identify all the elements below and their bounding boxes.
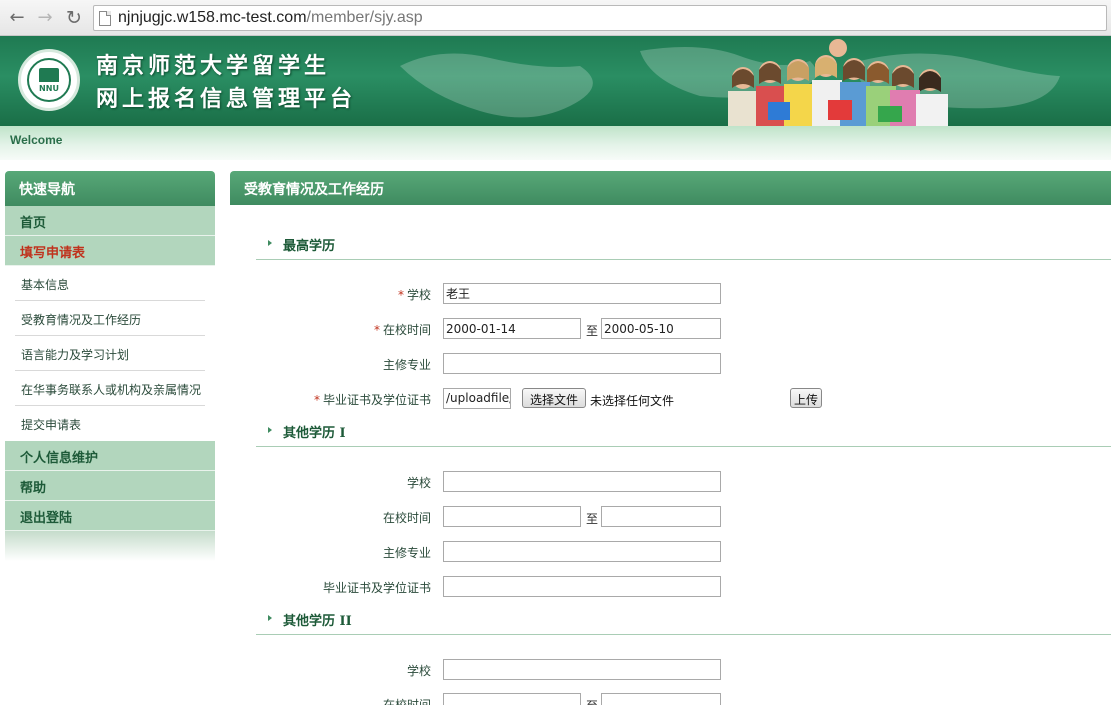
sidebar-item-profile[interactable]: 个人信息维护 — [5, 441, 215, 471]
welcome-text: Welcome — [10, 133, 63, 147]
sidebar-header: 快速导航 — [5, 171, 215, 206]
school-label: 学校 — [406, 664, 431, 678]
start-date-input-3[interactable] — [443, 693, 581, 705]
sidebar-item-logout[interactable]: 退出登陆 — [5, 501, 215, 531]
section-arrow-icon — [268, 240, 272, 246]
to-label: 至 — [586, 512, 599, 526]
certificate-label: * 毕业证书及学位证书 — [314, 391, 431, 408]
browser-toolbar: ← → ↻ njnjugjc.w158.mc-test.com/member/s… — [0, 0, 1111, 36]
url-path: /member/sjy.asp — [306, 9, 423, 26]
certificate-label-text: 毕业证书及学位证书 — [322, 393, 431, 407]
students-photo — [728, 39, 948, 126]
sidebar-item-fill-application[interactable]: 填写申请表 — [5, 236, 215, 266]
section-highest-education: 最高学历 — [256, 233, 1111, 260]
section-title-text: 最高学历 — [283, 239, 336, 254]
required-mark: * — [313, 393, 320, 407]
sidebar-subitem-language-study-plan[interactable]: 语言能力及学习计划 — [15, 336, 205, 371]
section-title-text: 其他学历 I — [283, 426, 346, 441]
section-arrow-icon — [268, 615, 272, 621]
sidebar-footer — [5, 531, 215, 561]
period-label: * 在校时间 — [374, 321, 431, 338]
sidebar-subitem-contacts-relatives[interactable]: 在华事务联系人或机构及亲属情况 — [15, 371, 205, 406]
period-row-3: 在校时间 至 — [230, 693, 1111, 705]
major-input-2[interactable] — [443, 541, 721, 562]
url-text: njnjugjc.w158.mc-test.com/member/sjy.asp — [118, 9, 423, 27]
sidebar-item-help[interactable]: 帮助 — [5, 471, 215, 501]
certificate-row-1: * 毕业证书及学位证书 /uploadfile/ 选择文件 未选择任何文件 上传 — [230, 388, 1111, 410]
url-host: njnjugjc.w158.mc-test.com — [118, 9, 307, 26]
address-bar[interactable]: njnjugjc.w158.mc-test.com/member/sjy.asp — [93, 5, 1107, 31]
sidebar-subitem-education-work[interactable]: 受教育情况及工作经历 — [15, 301, 205, 336]
required-mark: * — [373, 323, 380, 337]
sidebar-subitem-basic-info[interactable]: 基本信息 — [15, 266, 205, 301]
logo-text: NNU — [39, 84, 59, 93]
welcome-strip: Welcome — [0, 126, 1111, 160]
major-input-1[interactable] — [443, 353, 721, 374]
period-row-2: 在校时间 至 — [230, 506, 1111, 528]
end-date-input-2[interactable] — [601, 506, 721, 527]
period-label-text: 在校时间 — [382, 323, 431, 337]
to-label: 至 — [586, 324, 599, 338]
school-row-2: 学校 — [230, 471, 1111, 493]
no-file-chosen-text: 未选择任何文件 — [590, 394, 675, 408]
required-mark: * — [397, 288, 404, 302]
period-label: 在校时间 — [382, 511, 431, 525]
certificate-row-2: 毕业证书及学位证书 — [230, 576, 1111, 598]
major-label: 主修专业 — [382, 358, 431, 372]
to-label: 至 — [586, 697, 598, 705]
site-title-line1: 南京师范大学留学生 — [96, 53, 331, 79]
certificate-input-2[interactable] — [443, 576, 721, 597]
school-input-2[interactable] — [443, 471, 721, 492]
school-row-3: 学校 — [230, 659, 1111, 681]
sidebar-subitem-submit-application[interactable]: 提交申请表 — [15, 406, 205, 441]
school-input-1[interactable] — [443, 283, 721, 304]
site-title-line2: 网上报名信息管理平台 — [96, 86, 357, 112]
sidebar-item-home[interactable]: 首页 — [5, 206, 215, 236]
school-label: 学校 — [406, 476, 431, 490]
page-title: 受教育情况及工作经历 — [230, 171, 1111, 205]
school-row-1: * 学校 — [230, 283, 1111, 305]
sidebar: 快速导航 首页 填写申请表 基本信息 受教育情况及工作经历 语言能力及学习计划 … — [5, 171, 215, 561]
back-icon[interactable]: ← — [6, 7, 28, 29]
major-row-2: 主修专业 — [230, 541, 1111, 563]
major-label: 主修专业 — [382, 546, 431, 560]
certificate-label: 毕业证书及学位证书 — [322, 581, 431, 595]
end-date-input-1[interactable] — [601, 318, 721, 339]
upload-button[interactable]: 上传 — [790, 388, 823, 408]
period-label: 在校时间 — [382, 698, 431, 705]
page-icon — [99, 11, 111, 26]
site-banner: NNU 南京师范大学留学生 网上报名信息管理平台 — [0, 36, 1111, 126]
logo-emblem — [39, 68, 59, 82]
school-label: * 学校 — [398, 286, 431, 303]
school-input-3[interactable] — [443, 659, 721, 680]
main-panel: 受教育情况及工作经历 最高学历 *学校 *在校时间 至 主修专业 *毕业证书及学… — [230, 171, 1111, 705]
section-title-text: 其他学历 II — [283, 614, 352, 629]
choose-file-button[interactable]: 选择文件 — [522, 388, 587, 408]
start-date-input-1[interactable] — [443, 318, 581, 339]
major-row-1: 主修专业 — [230, 353, 1111, 375]
forward-icon[interactable]: → — [34, 7, 56, 29]
school-label-text: 学校 — [406, 288, 431, 302]
end-date-input-3[interactable] — [601, 693, 721, 705]
section-arrow-icon — [268, 427, 272, 433]
site-title: 南京师范大学留学生 网上报名信息管理平台 — [96, 50, 356, 116]
start-date-input-2[interactable] — [443, 506, 581, 527]
certificate-path-field[interactable]: /uploadfile/ — [443, 388, 511, 409]
reload-icon[interactable]: ↻ — [63, 7, 85, 29]
period-row-1: *在校时间 至 — [230, 318, 1111, 340]
section-other-education-2: 其他学历 II — [256, 608, 1111, 635]
section-other-education-1: 其他学历 I — [256, 420, 1111, 447]
university-logo: NNU — [18, 49, 80, 111]
logo-ring: NNU — [27, 58, 71, 102]
